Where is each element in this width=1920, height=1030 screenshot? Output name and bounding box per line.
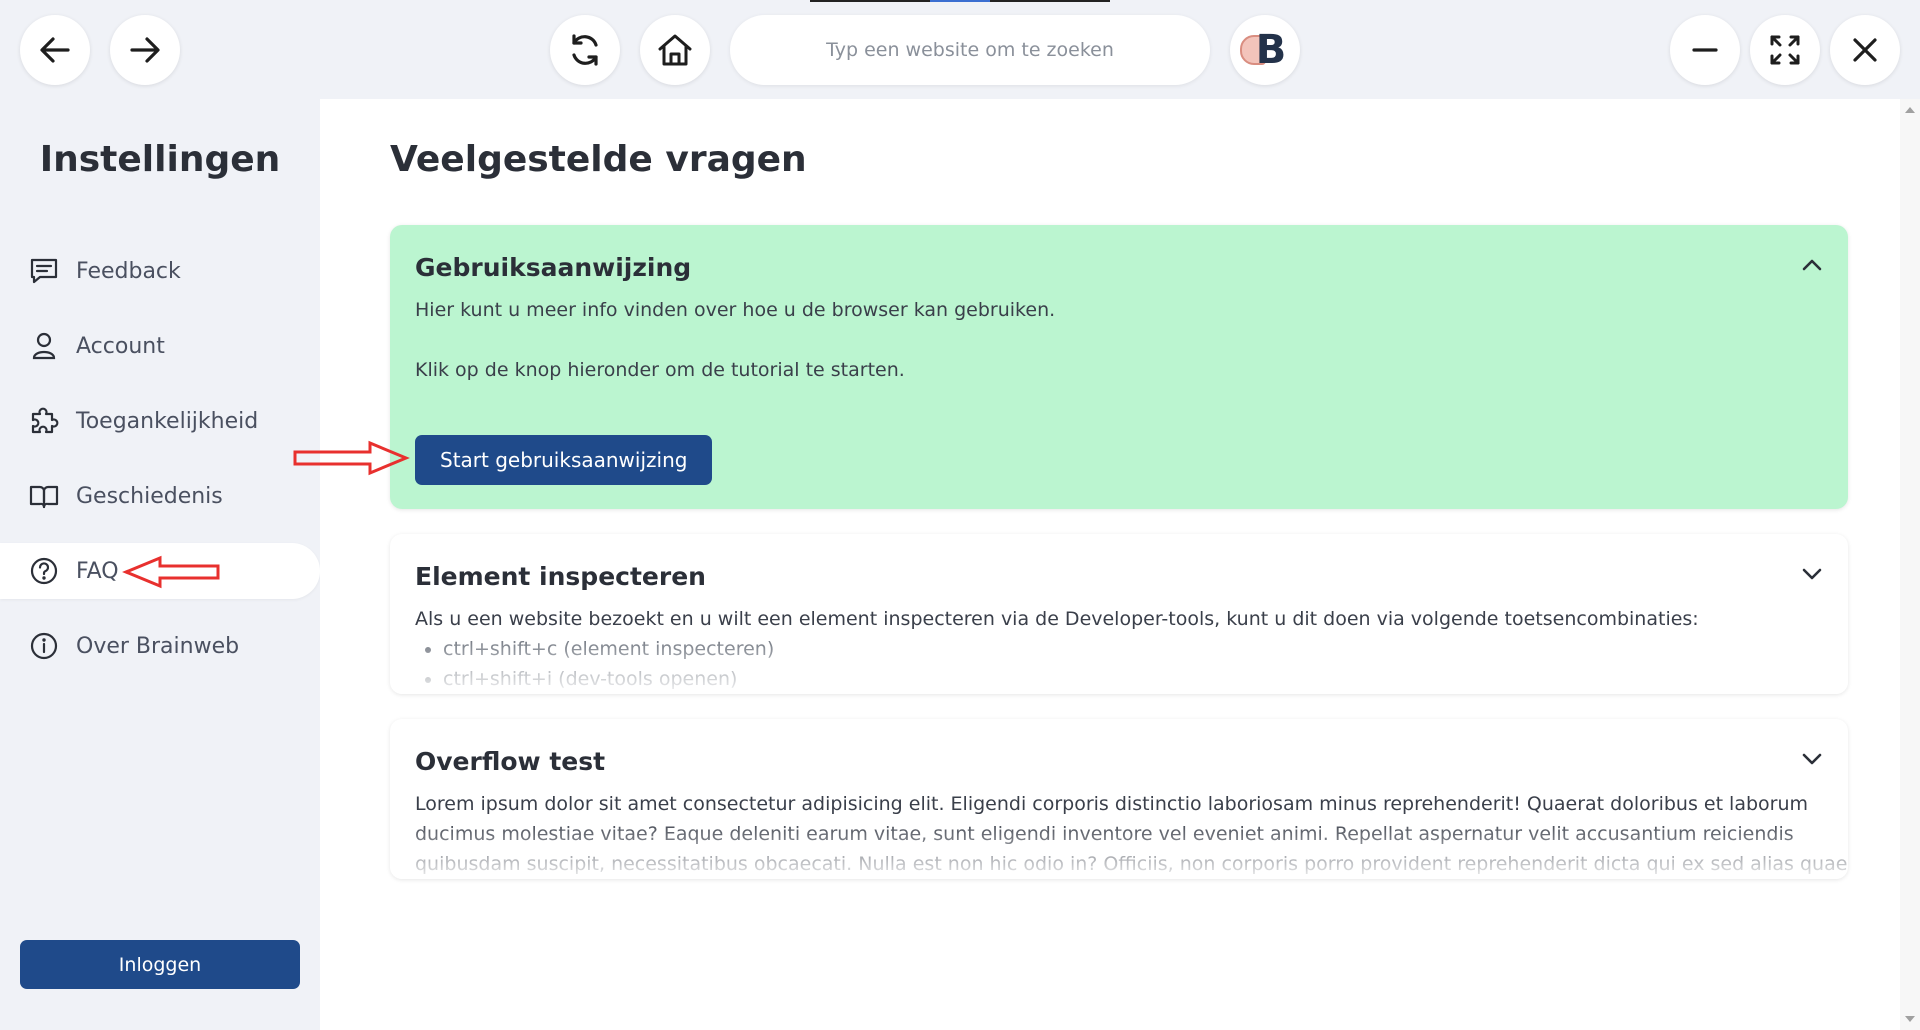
feedback-icon <box>30 258 58 284</box>
faq-card-text: Klik op de knop hieronder om de tutorial… <box>415 359 905 381</box>
sidebar-item-geschiedenis[interactable]: Geschiedenis <box>0 468 320 524</box>
close-icon <box>1853 38 1877 62</box>
shortcut-list: ctrl+shift+c (element inspecteren) ctrl+… <box>415 634 774 694</box>
minimize-button[interactable] <box>1670 15 1740 85</box>
sidebar-item-label: FAQ <box>76 558 119 584</box>
start-tutorial-button[interactable]: Start gebruiksaanwijzing <box>415 435 713 485</box>
fullscreen-button[interactable] <box>1750 15 1820 85</box>
sidebar-item-over-brainweb[interactable]: Over Brainweb <box>0 618 320 674</box>
faq-card-text: Als u een website bezoekt en u wilt een … <box>415 608 1699 630</box>
brand-letter: B <box>1255 27 1287 73</box>
chevron-down-icon[interactable] <box>1798 745 1826 773</box>
page-title: Veelgestelde vragen <box>390 139 807 180</box>
expand-icon <box>1770 35 1800 65</box>
chevron-up-icon[interactable] <box>1798 251 1826 279</box>
sidebar-item-label: Account <box>76 333 165 359</box>
puzzle-icon <box>31 407 59 434</box>
faq-card-overflow-test: Overflow test Lorem ipsum dolor sit amet… <box>390 719 1848 879</box>
brainweb-logo-icon: B <box>1239 27 1286 73</box>
close-window-button[interactable] <box>1830 15 1900 85</box>
home-icon <box>658 34 692 66</box>
faq-card-text: Hier kunt u meer info vinden over hoe u … <box>415 299 1056 321</box>
scroll-down-icon[interactable] <box>1905 1016 1915 1022</box>
list-item: ctrl+shift+c (element inspecteren) <box>443 634 774 664</box>
book-icon <box>29 485 59 509</box>
scroll-up-icon[interactable] <box>1905 107 1915 113</box>
sidebar-item-account[interactable]: Account <box>0 318 320 374</box>
settings-sidebar: Instellingen Feedback Account Toegankeli… <box>0 99 320 1030</box>
sidebar-item-toegankelijkheid[interactable]: Toegankelijkheid <box>0 393 320 449</box>
reload-button[interactable] <box>550 15 620 85</box>
arrow-left-icon <box>40 37 70 63</box>
sidebar-item-label: Over Brainweb <box>76 633 240 659</box>
sidebar-item-label: Geschiedenis <box>76 483 223 509</box>
back-button[interactable] <box>20 15 90 85</box>
info-icon <box>30 632 58 660</box>
url-search-input[interactable] <box>730 15 1210 85</box>
chevron-down-icon[interactable] <box>1798 560 1826 588</box>
login-button[interactable]: Inloggen <box>20 940 300 989</box>
sidebar-item-label: Feedback <box>76 258 181 284</box>
minus-icon <box>1692 48 1718 52</box>
arrow-right-icon <box>130 37 160 63</box>
sidebar-item-faq[interactable]: FAQ <box>0 543 320 599</box>
faq-card-text: ducimus molestiae vitae? Eaque deleniti … <box>415 823 1794 845</box>
sidebar-title: Instellingen <box>39 139 281 180</box>
faq-page: Veelgestelde vragen Gebruiksaanwijzing H… <box>320 99 1900 1030</box>
home-button[interactable] <box>640 15 710 85</box>
faq-card-title[interactable]: Gebruiksaanwijzing <box>415 253 691 282</box>
faq-card-element-inspecteren: Element inspecteren Als u een website be… <box>390 534 1848 694</box>
brainweb-menu-button[interactable]: B <box>1230 15 1300 85</box>
faq-card-text: quibusdam suscipit, necessitatibus obcae… <box>415 853 1848 875</box>
sidebar-item-label: Toegankelijkheid <box>76 408 259 434</box>
forward-button[interactable] <box>110 15 180 85</box>
question-icon <box>30 557 58 585</box>
reload-icon <box>572 34 598 66</box>
faq-card-title[interactable]: Overflow test <box>415 747 605 776</box>
page-scrollbar[interactable] <box>1900 99 1920 1030</box>
browser-toolbar: B <box>0 0 1920 99</box>
faq-card-title[interactable]: Element inspecteren <box>415 562 706 591</box>
loading-indicator <box>810 0 1110 2</box>
sidebar-item-feedback[interactable]: Feedback <box>0 243 320 299</box>
faq-card-gebruiksaanwijzing: Gebruiksaanwijzing Hier kunt u meer info… <box>390 225 1848 509</box>
list-item: ctrl+shift+i (dev-tools openen) <box>443 664 774 694</box>
faq-card-text: Lorem ipsum dolor sit amet consectetur a… <box>415 793 1809 815</box>
user-icon <box>32 332 56 360</box>
